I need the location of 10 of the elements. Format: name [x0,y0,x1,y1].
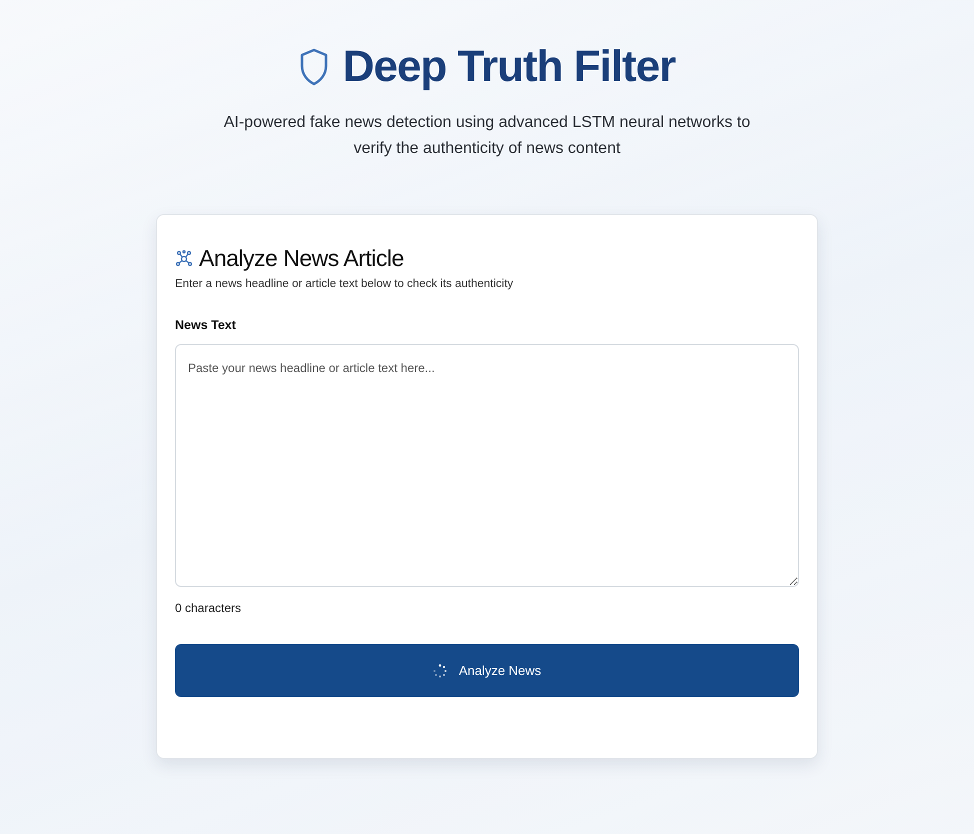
character-count: 0 characters [175,601,242,615]
shield-icon [298,48,329,86]
card-description: Enter a news headline or article text below to check its authenticity [175,278,514,290]
app-subtitle: AI-powered fake news detection using advanced LSTM neural networks to verify the authenticity of news content [222,113,752,159]
network-icon [175,250,193,268]
card-title: Analyze News Article [199,245,404,272]
app-title: Deep Truth Filter [342,42,676,92]
field-label: News Text [175,318,237,332]
news-text-field[interactable]: Paste your news headline or article text here... [175,344,799,587]
analyze-button[interactable]: Analyze News [175,644,799,697]
